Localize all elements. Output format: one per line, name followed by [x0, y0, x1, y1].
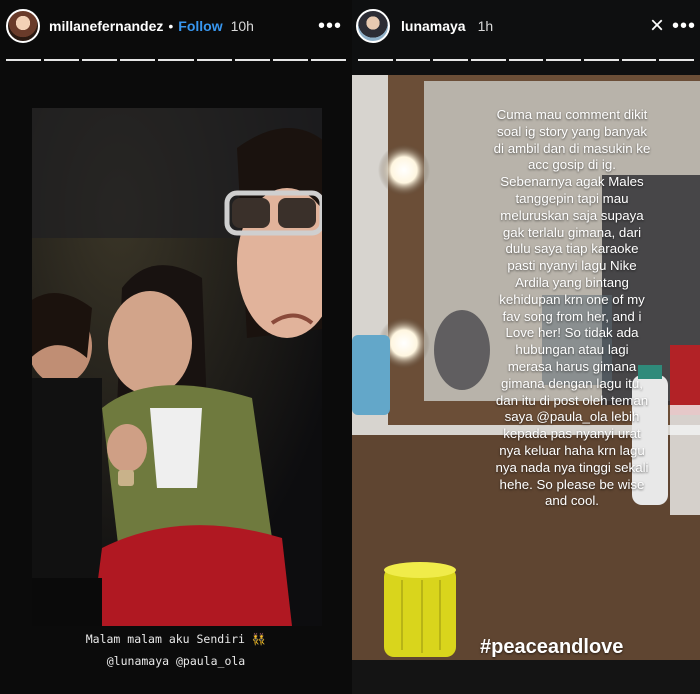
story-text-line: Love her! So tidak ada	[505, 325, 639, 341]
progress-segment	[120, 59, 156, 61]
caption-text: Malam malam aku Sendiri	[85, 632, 245, 646]
story-text-line: Sebenarnya agak Males	[500, 174, 644, 190]
progress-segment	[508, 59, 544, 61]
timestamp: 1h	[477, 18, 494, 34]
progress-segment	[272, 59, 308, 61]
separator-dot: •	[168, 18, 174, 34]
story-text-line: acc gosip di ig.	[528, 157, 616, 173]
progress-segment	[310, 59, 346, 61]
progress-segment	[82, 59, 118, 61]
story-text-line: di ambil dan di masukin ke	[493, 140, 651, 156]
story-text-line: and cool.	[545, 493, 599, 509]
avatar[interactable]	[356, 9, 390, 43]
username[interactable]: lunamaya	[401, 18, 466, 34]
progress-segment	[395, 59, 431, 61]
more-options-icon[interactable]: •••	[318, 15, 342, 38]
story-text-line: kehidupan krn one of my	[499, 291, 645, 307]
progress-segment	[44, 59, 80, 61]
progress-segment	[158, 59, 194, 61]
follow-button[interactable]: Follow	[178, 18, 222, 34]
dancers-icon: 👯	[251, 632, 267, 646]
username[interactable]: millanefernandez	[49, 18, 163, 34]
progress-segment	[433, 59, 469, 61]
hashtag-sticker[interactable]: #peaceandlove	[480, 636, 623, 659]
story-header: millanefernandez • Follow 10h •••	[0, 0, 352, 52]
story-text-line: gak terlalu gimana, dari	[502, 224, 642, 240]
story-text-line: kepada pas nyanyi urat	[503, 426, 641, 442]
progress-segment	[584, 59, 619, 61]
story-panel-left[interactable]: millanefernandez • Follow 10h ••• Malam …	[0, 0, 352, 694]
story-text-line: hubungan atau lagi	[515, 342, 629, 358]
story-text-line: dan itu di post oleh teman	[495, 392, 649, 408]
progress-segment	[234, 59, 270, 61]
story-text-line: merasa harus gimana	[507, 358, 637, 374]
story-progress-bar	[358, 59, 695, 61]
progress-segment	[471, 59, 506, 61]
avatar[interactable]	[6, 9, 40, 43]
progress-segment	[659, 59, 695, 61]
story-text-line: Cuma mau comment dikit	[496, 107, 648, 122]
story-video[interactable]	[32, 108, 322, 626]
story-text-line: soal ig story yang banyak	[496, 123, 648, 139]
progress-segment	[196, 59, 232, 61]
story-text-line: saya @paula_ola lebih	[504, 409, 640, 425]
story-text-line: hehe. So please be wise	[499, 476, 645, 492]
story-text-line: nya keluar haha krn lagu	[499, 442, 645, 458]
story-text-line: meluruskan saja supaya	[500, 207, 644, 223]
story-panel-right[interactable]: lunamaya 1h × ••• Cuma mau comment dikit…	[352, 0, 700, 694]
story-text-line: tanggepin tapi mau	[515, 190, 629, 206]
progress-segment	[546, 59, 582, 61]
close-icon[interactable]: ×	[650, 12, 664, 40]
story-progress-bar	[6, 59, 346, 61]
karaoke-scene-image	[32, 108, 322, 626]
timestamp: 10h	[230, 18, 254, 34]
story-text-line: Ardila yang bintang	[515, 274, 629, 290]
progress-segment	[358, 59, 393, 61]
story-text-overlay: Cuma mau comment dikit soal ig story yang…	[462, 107, 682, 510]
more-options-icon[interactable]: •••	[672, 15, 696, 38]
story-text-line: dulu saya tiap karaoke	[505, 241, 639, 257]
story-text-line: gimana dengan lagu itu,	[501, 375, 643, 391]
story-caption-line: Malam malam aku Sendiri 👯	[0, 632, 352, 646]
story-text-line: nya nada nya tinggi sekali	[495, 459, 649, 475]
story-header: lunamaya 1h × •••	[352, 0, 700, 52]
story-mentions[interactable]: @lunamaya @paula_ola	[0, 654, 352, 668]
progress-segment	[6, 59, 42, 61]
story-text-line: fav song from her, and i	[502, 308, 642, 324]
progress-segment	[621, 59, 657, 61]
story-text-line: pasti nyanyi lagu Nike	[507, 258, 637, 274]
